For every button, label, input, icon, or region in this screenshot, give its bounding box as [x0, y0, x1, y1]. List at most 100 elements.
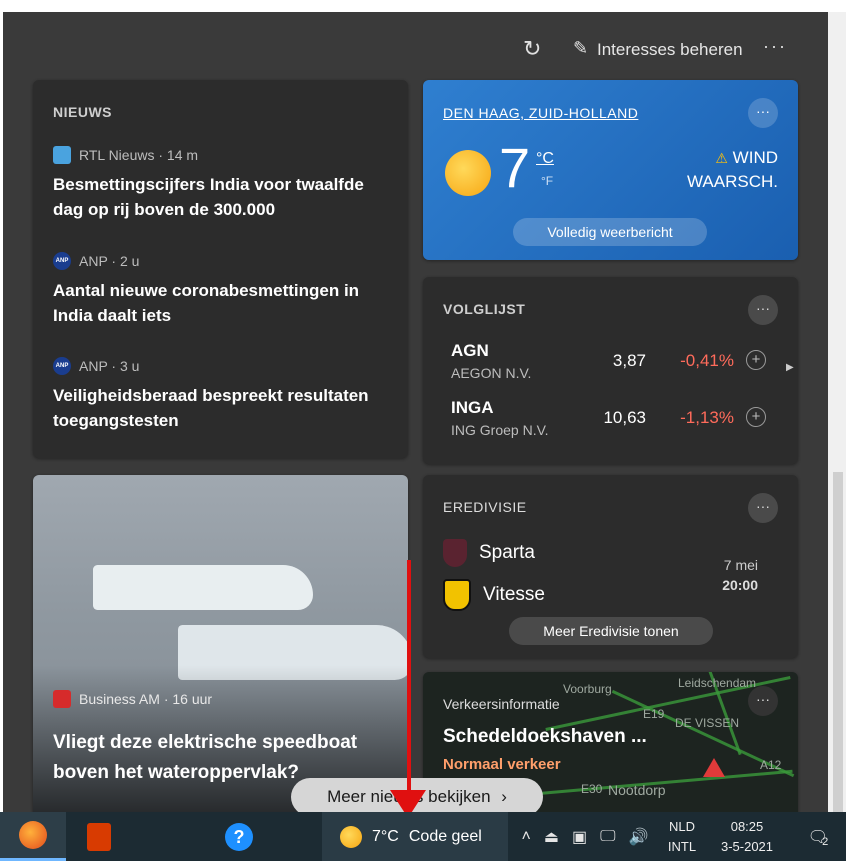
clock-date: 3-5-2021 — [720, 838, 774, 854]
news-headline[interactable]: Besmettingscijfers India voor twaalfde d… — [53, 172, 383, 222]
away-team-name: Vitesse — [483, 584, 545, 605]
taskbar-help[interactable]: ? — [214, 812, 264, 861]
warning-line1: WIND — [732, 148, 778, 167]
more-options-button[interactable]: ··· — [763, 36, 787, 57]
news-source: ANP · 3 u — [79, 358, 140, 374]
match-datetime: 7 mei 20:00 — [722, 555, 758, 595]
news-source: RTL Nieuws · 14 m — [79, 147, 199, 163]
match-date: 7 mei — [723, 557, 758, 573]
news-card: NIEUWS RTL Nieuws · 14 m Besmettingscijf… — [33, 80, 408, 458]
sun-icon — [445, 150, 491, 196]
watchlist-next-icon[interactable]: ▶ — [786, 362, 794, 373]
vitesse-crest-icon — [443, 579, 471, 611]
notification-count: 2 — [822, 835, 829, 848]
taskbar-weather-widget[interactable]: 7°C Code geel — [322, 812, 508, 861]
rtl-logo-icon — [53, 146, 71, 164]
widgets-panel: ↻ ✎ Interesses beheren ··· NIEUWS RTL Ni… — [3, 12, 828, 812]
eredivisie-more-button[interactable]: ··· — [748, 493, 778, 523]
stock-name: ING Groep N.V. — [451, 422, 549, 438]
anp-logo-icon: ANP — [53, 252, 71, 270]
add-stock-icon[interactable]: + — [746, 350, 766, 370]
match-time: 20:00 — [722, 577, 758, 593]
widgets-topbar: ↻ ✎ Interesses beheren ··· — [3, 12, 828, 76]
taskbar-firefox[interactable] — [0, 812, 66, 861]
network-icon[interactable]: 🖵 — [600, 828, 615, 846]
stock-change: -1,13% — [680, 408, 734, 427]
news-headline[interactable]: Aantal nieuwe coronabesmettingen in Indi… — [53, 278, 383, 328]
business-am-logo-icon — [53, 690, 71, 708]
article-source: Business AM · 16 uur — [79, 691, 213, 707]
stock-name: AEGON N.V. — [451, 365, 532, 381]
firefox-icon — [19, 821, 47, 849]
eredivisie-card: EREDIVISIE ··· Sparta Vitesse 7 mei 20:0… — [423, 475, 798, 658]
pencil-icon[interactable]: ✎ — [573, 38, 588, 59]
watchlist-header: VOLGLIJST — [443, 301, 526, 317]
chevron-right-icon: › — [501, 787, 507, 806]
manage-interests-link[interactable]: Interesses beheren — [597, 40, 743, 60]
weather-location-link[interactable]: DEN HAAG, ZUID-HOLLAND — [443, 105, 638, 121]
warning-line2: WAARSCH. — [687, 172, 778, 191]
traffic-more-button[interactable]: ··· — [748, 686, 778, 716]
map-label: E19 — [643, 707, 665, 721]
weather-warning[interactable]: ⚠ WIND WAARSCH. — [687, 146, 778, 194]
weather-card[interactable]: DEN HAAG, ZUID-HOLLAND ··· 7 °C °F ⚠ WIN… — [423, 80, 798, 260]
stock-change: -0,41% — [680, 351, 734, 370]
office-icon — [87, 822, 111, 851]
help-icon: ? — [225, 822, 253, 851]
sparta-crest-icon — [443, 539, 467, 567]
map-label: A12 — [760, 758, 782, 772]
news-header: NIEUWS — [53, 104, 112, 120]
taskbar-clock[interactable]: 08:25 3-5-2021 — [712, 812, 782, 861]
volume-icon[interactable]: 🔊 — [629, 827, 649, 847]
anp-logo-icon: ANP — [53, 357, 71, 375]
scrollbar-thumb[interactable] — [833, 472, 843, 812]
camera-icon[interactable]: ▣ — [572, 827, 587, 847]
map-label: DE VISSEN — [675, 716, 740, 730]
add-stock-icon[interactable]: + — [746, 407, 766, 427]
news-item[interactable]: ANP ANP · 2 u Aantal nieuwe coronabesmett… — [53, 252, 383, 328]
weather-temperature: 7 — [499, 136, 531, 199]
language-indicator[interactable]: NLD INTL — [660, 812, 704, 861]
chevron-up-icon[interactable]: ˄ — [522, 828, 531, 846]
language-top: NLD — [668, 818, 695, 834]
away-team[interactable]: Vitesse — [443, 579, 545, 611]
news-item[interactable]: ANP ANP · 3 u Veiligheidsberaad bespreekt… — [53, 357, 383, 433]
stock-symbol: INGA — [451, 398, 494, 417]
more-eredivisie-button[interactable]: Meer Eredivisie tonen — [509, 617, 713, 645]
traffic-label: Verkeersinformatie — [443, 696, 560, 712]
background-window-strip — [0, 0, 846, 12]
home-team-name: Sparta — [479, 542, 535, 563]
taskbar-temperature: 7°C — [372, 827, 399, 845]
usb-icon[interactable]: ⏏ — [544, 827, 559, 847]
watchlist-more-button[interactable]: ··· — [748, 295, 778, 325]
stock-symbol: AGN — [451, 341, 489, 360]
map-label: E30 — [581, 782, 603, 796]
news-source: ANP · 2 u — [79, 253, 140, 269]
celsius-toggle[interactable]: °C — [536, 150, 554, 168]
refresh-icon[interactable]: ↻ — [523, 36, 541, 62]
clock-time: 08:25 — [730, 818, 764, 834]
traffic-location: Schedeldoekshaven ... — [443, 726, 647, 747]
news-headline[interactable]: Veiligheidsberaad bespreekt resultaten t… — [53, 383, 383, 433]
speedboat-image — [93, 565, 313, 610]
taskbar-weather-text: Code geel — [408, 827, 482, 845]
language-bottom: INTL — [667, 838, 697, 854]
stock-price: 3,87 — [612, 351, 646, 370]
watchlist-card: VOLGLIJST ··· AGN AEGON N.V. 3,87 -0,41%… — [423, 277, 798, 464]
background-scrollbar[interactable] — [828, 12, 846, 812]
fahrenheit-toggle[interactable]: °F — [541, 174, 553, 188]
home-team[interactable]: Sparta — [443, 539, 535, 567]
stock-price: 10,63 — [603, 408, 646, 427]
news-item[interactable]: RTL Nieuws · 14 m Besmettingscijfers Ind… — [53, 146, 383, 222]
stock-row[interactable]: AGN AEGON N.V. 3,87 -0,41% + — [451, 341, 786, 385]
notification-center[interactable]: 🗨 2 — [796, 812, 840, 861]
sun-icon — [340, 825, 362, 848]
map-label: Voorburg — [563, 682, 612, 696]
map-label: Nootdorp — [608, 782, 666, 798]
full-forecast-button[interactable]: Volledig weerbericht — [513, 218, 707, 246]
taskbar: ? 7°C Code geel ˄ ⏏ ▣ 🖵 🔊 NLD INTL 08:25… — [0, 812, 846, 861]
taskbar-office[interactable] — [74, 812, 124, 861]
stock-row[interactable]: INGA ING Groep N.V. 10,63 -1,13% + — [451, 398, 786, 442]
photo-article-card[interactable]: Business AM · 16 uur Vliegt deze elektri… — [33, 475, 408, 812]
weather-more-button[interactable]: ··· — [748, 98, 778, 128]
